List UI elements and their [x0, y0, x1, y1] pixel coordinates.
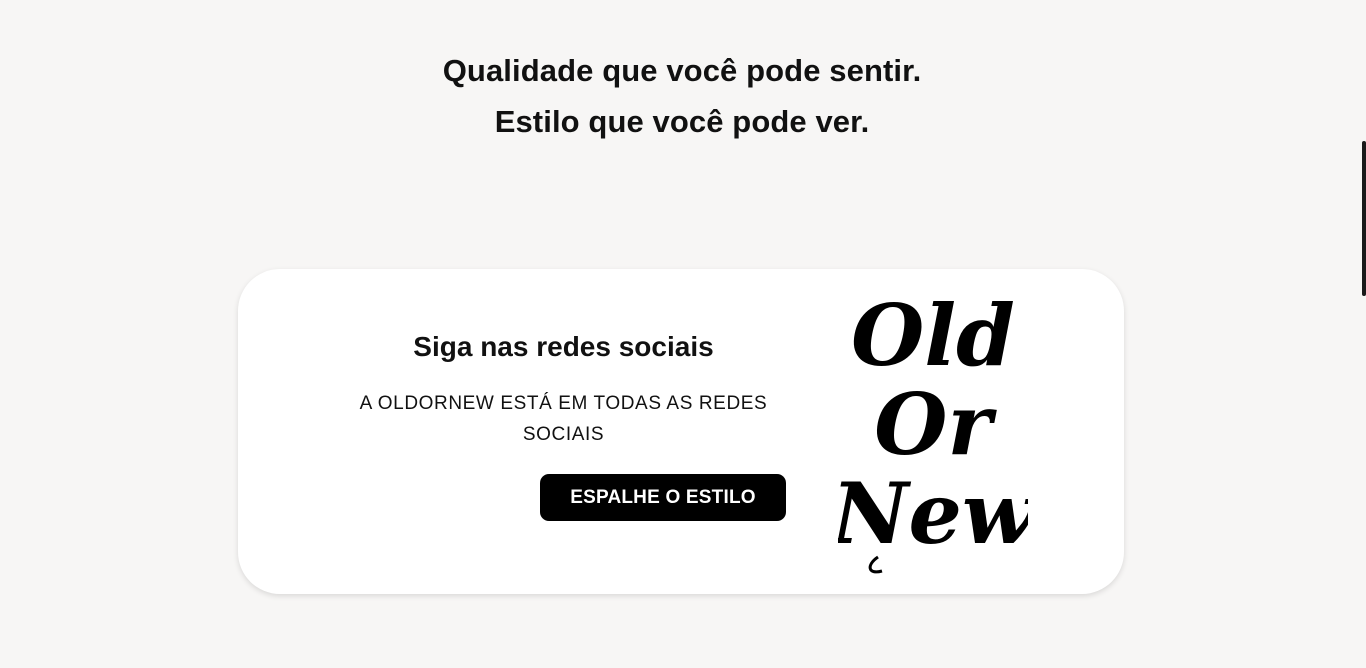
hero-headline: Qualidade que você pode sentir. Estilo q…: [442, 53, 922, 139]
logo-line-new: New: [838, 464, 1028, 563]
logo-line-or: Or: [874, 375, 997, 474]
oldornew-logo-icon: Old Or New: [838, 289, 1028, 574]
social-card-subtitle: A OLDORNEW ESTÁ EM TODAS AS REDES SOCIAI…: [359, 393, 768, 445]
page: Qualidade que você pode sentir. Estilo q…: [0, 0, 1366, 668]
social-card-title: Siga nas redes sociais: [413, 331, 714, 362]
spread-style-button[interactable]: ESPALHE O ESTILO: [540, 474, 786, 521]
page-scrollbar-thumb[interactable]: [1362, 141, 1366, 296]
logo-line-old: Old: [851, 289, 1015, 385]
social-card: Siga nas redes sociais A OLDORNEW ESTÁ E…: [238, 269, 1124, 594]
